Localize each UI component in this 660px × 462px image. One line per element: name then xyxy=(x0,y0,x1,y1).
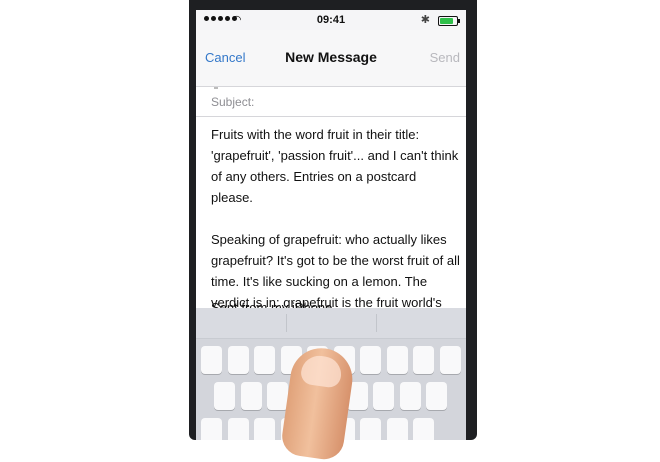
battery-level xyxy=(440,18,453,24)
keyboard-key[interactable] xyxy=(413,346,434,374)
keyboard-key[interactable] xyxy=(373,382,394,410)
keyboard-key[interactable] xyxy=(227,418,249,440)
page-title: New Message xyxy=(285,49,377,65)
keyboard-key[interactable] xyxy=(254,346,275,374)
predictive-bar[interactable] xyxy=(196,308,466,339)
keyboard-key[interactable] xyxy=(201,346,222,374)
keyboard-key[interactable] xyxy=(254,418,275,440)
status-bar: ◠ 09:41 ✱ xyxy=(196,10,466,30)
keyboard-key[interactable] xyxy=(360,418,381,440)
send-button[interactable]: Send xyxy=(430,50,460,65)
subject-label: Subject: xyxy=(211,95,255,109)
keyboard-key[interactable] xyxy=(214,382,235,410)
keyboard-key[interactable] xyxy=(399,382,421,410)
subject-field[interactable]: Subject: xyxy=(196,86,466,117)
nav-bar: Cancel New Message Send xyxy=(196,30,466,89)
keyboard-key[interactable] xyxy=(360,346,381,374)
keyboard-key[interactable] xyxy=(267,382,288,410)
body-paragraph-1: Fruits with the word fruit in their titl… xyxy=(211,127,459,205)
battery-icon xyxy=(438,16,460,26)
keyboard-key[interactable] xyxy=(227,346,249,374)
keyboard-key[interactable] xyxy=(201,418,222,440)
bluetooth-icon: ✱ xyxy=(420,14,430,26)
keyboard-key[interactable] xyxy=(413,418,434,440)
keyboard-key[interactable] xyxy=(386,346,408,374)
keyboard-key[interactable] xyxy=(386,418,408,440)
keyboard-key[interactable] xyxy=(439,346,461,374)
keyboard-key[interactable] xyxy=(426,382,447,410)
keyboard-key[interactable] xyxy=(240,382,262,410)
